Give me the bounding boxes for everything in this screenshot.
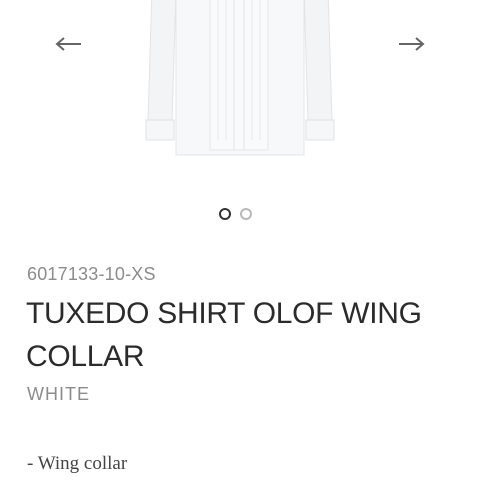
product-sku: 6017133-10-XS bbox=[27, 264, 156, 284]
carousel-pagination bbox=[219, 208, 252, 222]
arrow-right-icon bbox=[399, 37, 425, 51]
previous-image-button[interactable] bbox=[54, 33, 84, 55]
carousel-dot-2[interactable] bbox=[240, 208, 252, 220]
product-title: TUXEDO SHIRT OLOF WING COLLAR bbox=[26, 297, 422, 373]
product-image-gallery[interactable] bbox=[0, 0, 480, 200]
carousel-dot-1[interactable] bbox=[219, 208, 231, 220]
product-color: WHITE bbox=[27, 384, 90, 404]
arrow-left-icon bbox=[55, 37, 81, 51]
product-description-item: - Wing collar bbox=[27, 453, 128, 474]
next-image-button[interactable] bbox=[396, 33, 426, 55]
tuxedo-shirt-image bbox=[145, 0, 335, 156]
